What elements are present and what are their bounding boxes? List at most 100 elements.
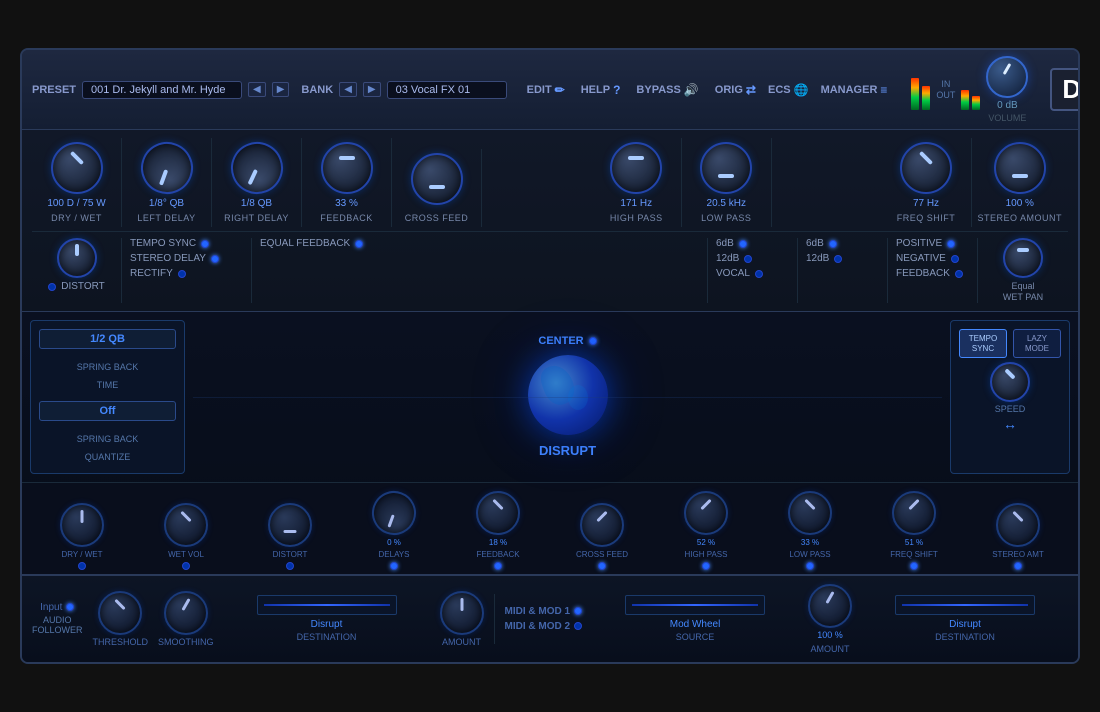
stereo-delay-led xyxy=(211,255,219,263)
amount-knob[interactable] xyxy=(440,591,484,635)
spring-back-quantize-box[interactable]: Off xyxy=(39,401,176,421)
wet-pan-knob[interactable] xyxy=(1003,238,1043,278)
amount2-label: AMOUNT xyxy=(811,644,850,654)
bank-section: BANK ◀ ▶ 03 Vocal FX 01 xyxy=(301,81,506,99)
knob-cell-high-pass: 171 Hz HIGH PASS xyxy=(592,138,682,227)
feedback-label: FEEDBACK xyxy=(896,268,950,279)
main-knob-row: 100 D / 75 W DRY / WET 1/8° QB LEFT DELA… xyxy=(32,138,1068,227)
brand-del: DEL xyxy=(1062,74,1080,105)
stereo-amount-knob[interactable] xyxy=(994,142,1046,194)
edit-button[interactable]: EDIT ✏ xyxy=(527,83,565,97)
tempo-sync-toggle[interactable]: TEMPO SYNC xyxy=(130,238,243,249)
threshold-knob[interactable] xyxy=(98,591,142,635)
brand-logo: DEL SANE xyxy=(1050,68,1080,111)
amount2-value: 100 % xyxy=(817,630,843,642)
spring-back-time-box[interactable]: 1/2 QB xyxy=(39,329,176,349)
globe-sphere[interactable] xyxy=(528,355,608,435)
rectify-toggle[interactable]: RECTIFY xyxy=(130,268,243,279)
cross-feed-name: CROSS FEED xyxy=(405,213,469,223)
tempo-sync-btn[interactable]: TEMPOSYNC xyxy=(959,329,1007,358)
ecs-button[interactable]: ECS 🌐 xyxy=(768,83,809,97)
bk-distort-knob[interactable] xyxy=(268,503,312,547)
edit-icon: ✏ xyxy=(555,83,565,97)
high-pass-knob[interactable] xyxy=(610,142,662,194)
bottom-knob-low-pass: 33 % LOW PASS xyxy=(758,489,862,572)
distort-knob[interactable] xyxy=(57,238,97,278)
bk-delays-knob[interactable] xyxy=(366,485,422,541)
help-button[interactable]: HELP ? xyxy=(581,83,621,97)
bk-delays-name: DELAYS xyxy=(379,550,410,559)
dry-wet-knob[interactable] xyxy=(51,142,103,194)
manager-icon: ≡ xyxy=(880,83,887,97)
destination2-bar[interactable] xyxy=(895,595,1035,615)
positive-toggle[interactable]: POSITIVE xyxy=(896,238,969,249)
speed-knob[interactable] xyxy=(990,362,1030,402)
bk-low-pass-name: LOW PASS xyxy=(789,550,830,559)
hp-12db-toggle[interactable]: 12dB xyxy=(716,253,789,264)
positive-led xyxy=(947,240,955,248)
disrupt-left-panel: 1/2 QB SPRING BACKTIME Off SPRING BACKQU… xyxy=(30,320,185,474)
smoothing-label: SMOOTHING xyxy=(158,637,214,647)
smoothing-knob[interactable] xyxy=(164,591,208,635)
vocal-label: VOCAL xyxy=(716,268,750,279)
equal-feedback-toggle[interactable]: EQUAL FEEDBACK xyxy=(260,238,699,249)
lp-6db-toggle[interactable]: 6dB xyxy=(806,238,879,249)
negative-toggle[interactable]: NEGATIVE xyxy=(896,253,969,264)
low-pass-knob[interactable] xyxy=(700,142,752,194)
right-delay-value: 1/8 QB xyxy=(241,198,272,209)
distort-toggle[interactable]: DISTORT xyxy=(48,281,105,292)
midi-mod2-led[interactable] xyxy=(574,622,582,630)
volume-knob[interactable] xyxy=(986,56,1028,98)
bk-wet-vol-knob[interactable] xyxy=(164,503,208,547)
feedback-knob[interactable] xyxy=(321,142,373,194)
vu-bar-out xyxy=(961,90,969,110)
bk-dry-wet-knob[interactable] xyxy=(60,503,104,547)
toggle-row: DISTORT TEMPO SYNC STEREO DELAY RECTIFY xyxy=(32,231,1068,303)
audio-follower-led[interactable] xyxy=(66,603,74,611)
bk-stereo-amt-knob[interactable] xyxy=(996,503,1040,547)
lp-12db-label: 12dB xyxy=(806,253,829,264)
stereo-delay-toggle[interactable]: STEREO DELAY xyxy=(130,253,243,264)
lp-12db-toggle[interactable]: 12dB xyxy=(806,253,879,264)
bk-feedback-knob[interactable] xyxy=(476,491,520,535)
freq-shift-knob[interactable] xyxy=(900,142,952,194)
bk-low-pass-knob[interactable] xyxy=(788,491,832,535)
tempo-sync-btn-label: TEMPOSYNC xyxy=(966,334,1000,353)
vocal-toggle[interactable]: VOCAL xyxy=(716,268,789,279)
volume-value: 0 dB xyxy=(997,100,1018,111)
cross-feed-knob[interactable] xyxy=(411,153,463,205)
bk-high-pass-name: HIGH PASS xyxy=(685,550,728,559)
left-delay-knob[interactable] xyxy=(133,135,200,202)
orig-button[interactable]: ORIG ⇄ xyxy=(715,83,756,97)
bypass-button[interactable]: BYPASS 🔊 xyxy=(636,83,698,97)
bank-prev-btn[interactable]: ◀ xyxy=(339,82,357,97)
amount2-knob[interactable] xyxy=(808,584,852,628)
preset-value[interactable]: 001 Dr. Jekyll and Mr. Hyde xyxy=(82,81,242,99)
brand-area: DEL SANE Rob Papen xyxy=(1050,68,1080,111)
bank-next-btn[interactable]: ▶ xyxy=(363,82,381,97)
rectify-led xyxy=(178,270,186,278)
wet-pan-label: EqualWET PAN xyxy=(1003,281,1043,303)
plugin-container: PRESET 001 Dr. Jekyll and Mr. Hyde ◀ ▶ B… xyxy=(20,48,1080,663)
source-bar[interactable] xyxy=(625,595,765,615)
lazy-mode-btn[interactable]: LAZYMODE xyxy=(1013,329,1061,358)
tempo-sync-label: TEMPO SYNC xyxy=(130,238,196,249)
destination1-bar[interactable] xyxy=(257,595,397,615)
bank-value[interactable]: 03 Vocal FX 01 xyxy=(387,81,507,99)
feedback-toggle[interactable]: FEEDBACK xyxy=(896,268,969,279)
disrupt-right-panel: TEMPOSYNC LAZYMODE SPEED ↔ xyxy=(950,320,1070,474)
bk-wet-vol-name: WET VOL xyxy=(168,550,204,559)
bk-high-pass-knob[interactable] xyxy=(684,491,728,535)
disrupt-inner: 1/2 QB SPRING BACKTIME Off SPRING BACKQU… xyxy=(22,312,1078,482)
disrupt-label[interactable]: DISRUPT xyxy=(539,443,596,458)
right-delay-knob[interactable] xyxy=(222,134,291,203)
preset-prev-btn[interactable]: ◀ xyxy=(248,82,266,97)
preset-next-btn[interactable]: ▶ xyxy=(272,82,290,97)
bk-cross-feed-knob[interactable] xyxy=(580,503,624,547)
hp-6db-toggle[interactable]: 6dB xyxy=(716,238,789,249)
positive-label: POSITIVE xyxy=(896,238,942,249)
midi-mod1-led[interactable] xyxy=(574,607,582,615)
manager-button[interactable]: MANAGER ≡ xyxy=(821,83,888,97)
bk-low-pass-led xyxy=(806,562,814,570)
bk-freq-shift-knob[interactable] xyxy=(892,491,936,535)
